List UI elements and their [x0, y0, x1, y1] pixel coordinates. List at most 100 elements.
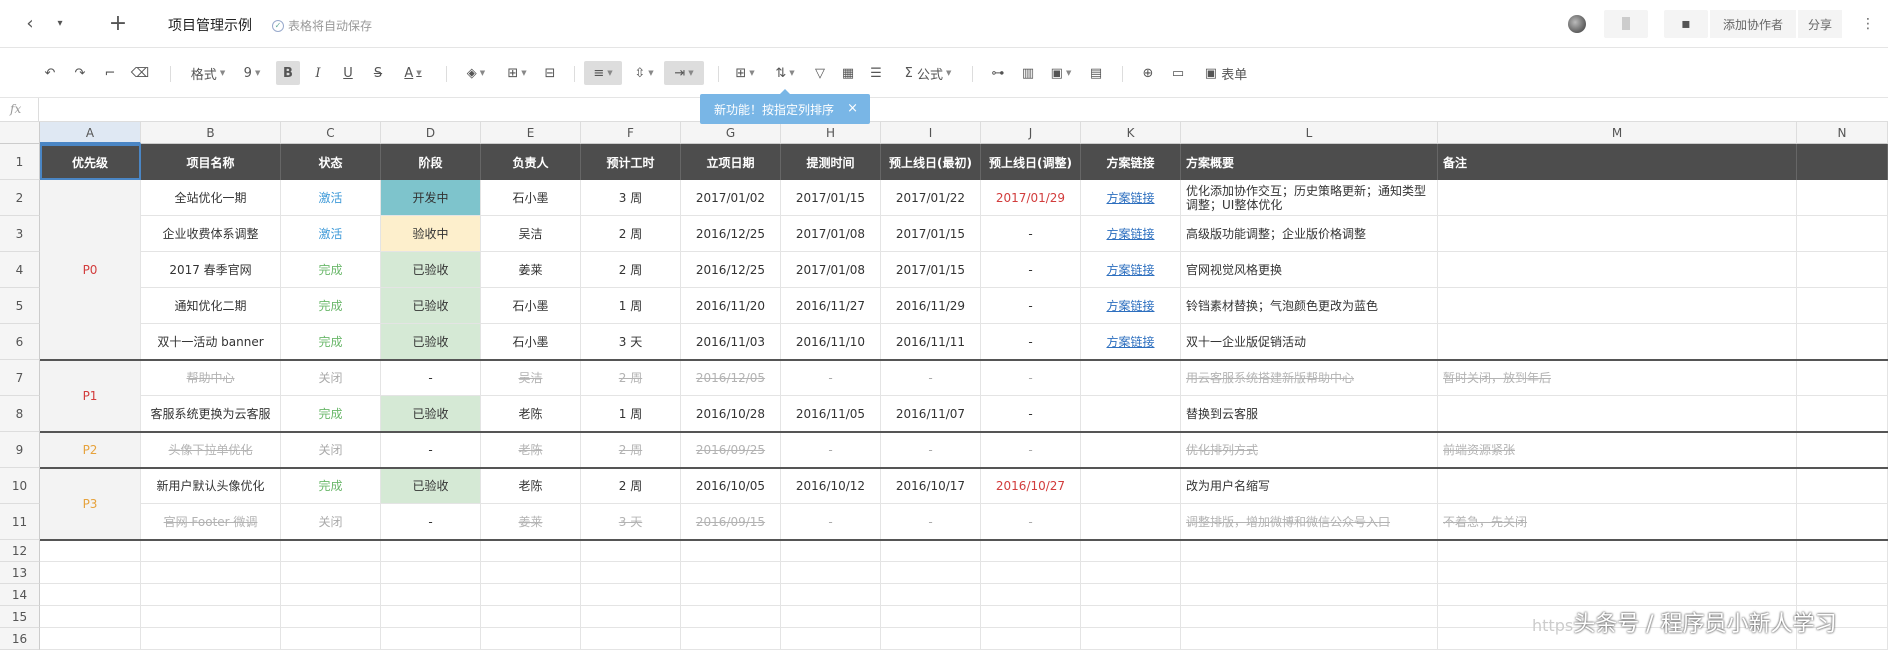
new-doc-button[interactable]: +	[104, 10, 132, 38]
cell-summary[interactable]: 替换到云客服	[1181, 396, 1438, 432]
cell-test[interactable]: 2016/11/05	[781, 396, 881, 432]
header-cell[interactable]: 预上线日(调整)	[981, 144, 1081, 180]
cell-test[interactable]: -	[781, 432, 881, 468]
empty-cell[interactable]	[1081, 540, 1181, 562]
cell-empty[interactable]	[1797, 252, 1888, 288]
cell-test[interactable]: 2016/11/27	[781, 288, 881, 324]
empty-cell[interactable]	[581, 562, 681, 584]
cell-launch[interactable]: 2017/01/15	[881, 216, 981, 252]
cell-empty[interactable]	[1797, 360, 1888, 396]
empty-cell[interactable]	[1438, 584, 1797, 606]
cell-launch[interactable]: -	[881, 432, 981, 468]
cell-name[interactable]: 帮助中心	[141, 360, 281, 396]
avatar[interactable]	[1568, 15, 1586, 33]
priority-cell-p0[interactable]: P0	[40, 180, 141, 360]
cell-status[interactable]: 完成	[281, 288, 381, 324]
column-header-f[interactable]: F	[581, 122, 681, 144]
cell-phase[interactable]: -	[381, 504, 481, 540]
plan-link[interactable]: 方案链接	[1081, 324, 1181, 360]
row-header[interactable]: 12	[0, 540, 40, 562]
cell-owner[interactable]: 老陈	[481, 468, 581, 504]
conditional-format-icon[interactable]: ☰	[866, 61, 886, 85]
cell-adjusted[interactable]: -	[981, 288, 1081, 324]
cell-status[interactable]: 完成	[281, 252, 381, 288]
cell-owner[interactable]: 石小墨	[481, 324, 581, 360]
empty-cell[interactable]	[581, 628, 681, 650]
back-dropdown-icon[interactable]: ▾	[52, 10, 68, 38]
row-header[interactable]: 8	[0, 396, 40, 432]
cell-start[interactable]: 2016/11/03	[681, 324, 781, 360]
empty-cell[interactable]	[581, 540, 681, 562]
empty-cell[interactable]	[881, 540, 981, 562]
empty-cell[interactable]	[781, 562, 881, 584]
header-cell[interactable]: 预计工时	[581, 144, 681, 180]
plan-link[interactable]	[1081, 360, 1181, 396]
column-header-n[interactable]: N	[1797, 122, 1888, 144]
link-icon[interactable]: ⊶	[988, 61, 1008, 85]
cell-phase[interactable]: 已验收	[381, 324, 481, 360]
empty-cell[interactable]	[1797, 540, 1888, 562]
empty-cell[interactable]	[481, 584, 581, 606]
cell-empty[interactable]	[1797, 216, 1888, 252]
share-button[interactable]: 分享	[1798, 10, 1842, 38]
header-cell[interactable]: 状态	[281, 144, 381, 180]
cell-hours[interactable]: 3 天	[581, 504, 681, 540]
empty-cell[interactable]	[1797, 584, 1888, 606]
row-header[interactable]: 16	[0, 628, 40, 650]
bookmark-button[interactable]	[1604, 10, 1648, 38]
cell-summary[interactable]: 改为用户名缩写	[1181, 468, 1438, 504]
cell-summary[interactable]: 官网视觉风格更换	[1181, 252, 1438, 288]
cell-start[interactable]: 2016/11/20	[681, 288, 781, 324]
cell-phase[interactable]: 已验收	[381, 468, 481, 504]
priority-cell-p2[interactable]: P2	[40, 432, 141, 468]
column-header-h[interactable]: H	[781, 122, 881, 144]
empty-cell[interactable]	[1181, 540, 1438, 562]
empty-cell[interactable]	[981, 540, 1081, 562]
empty-cell[interactable]	[1181, 628, 1438, 650]
more-menu-icon[interactable]: ⋮	[1858, 10, 1878, 38]
cell-status[interactable]: 完成	[281, 468, 381, 504]
cell-owner[interactable]: 老陈	[481, 432, 581, 468]
header-cell[interactable]: 方案概要	[1181, 144, 1438, 180]
column-header-j[interactable]: J	[981, 122, 1081, 144]
cell-summary[interactable]: 铃铛素材替换；气泡颜色更改为蓝色	[1181, 288, 1438, 324]
cell-hours[interactable]: 2 周	[581, 468, 681, 504]
plan-link[interactable]: 方案链接	[1081, 216, 1181, 252]
row-header[interactable]: 15	[0, 606, 40, 628]
empty-cell[interactable]	[1181, 606, 1438, 628]
text-wrap-icon[interactable]: ⇥ ▼	[664, 61, 704, 85]
cell-empty[interactable]	[1797, 504, 1888, 540]
row-header[interactable]: 14	[0, 584, 40, 606]
cell-test[interactable]: 2016/10/12	[781, 468, 881, 504]
cell-hours[interactable]: 1 周	[581, 288, 681, 324]
row-header[interactable]: 13	[0, 562, 40, 584]
comment-button[interactable]: ▪	[1664, 10, 1708, 38]
cell-test[interactable]: -	[781, 360, 881, 396]
cell-note[interactable]	[1438, 468, 1797, 504]
cell-hours[interactable]: 3 天	[581, 324, 681, 360]
cell-name[interactable]: 客服系统更换为云客服	[141, 396, 281, 432]
cell-owner[interactable]: 老陈	[481, 396, 581, 432]
row-header[interactable]: 6	[0, 324, 40, 360]
empty-cell[interactable]	[381, 628, 481, 650]
header-cell[interactable]: 方案链接	[1081, 144, 1181, 180]
cell-note[interactable]	[1438, 396, 1797, 432]
chart-icon[interactable]: ▥	[1018, 61, 1038, 85]
cell-launch[interactable]: -	[881, 360, 981, 396]
empty-cell[interactable]	[581, 584, 681, 606]
cell-summary[interactable]: 双十一企业版促销活动	[1181, 324, 1438, 360]
cell-note[interactable]	[1438, 324, 1797, 360]
empty-cell[interactable]	[481, 628, 581, 650]
empty-cell[interactable]	[581, 606, 681, 628]
empty-cell[interactable]	[281, 540, 381, 562]
cell-adjusted[interactable]: -	[981, 504, 1081, 540]
cell-launch[interactable]: 2016/11/29	[881, 288, 981, 324]
empty-cell[interactable]	[1797, 562, 1888, 584]
save-icon[interactable]: ▭	[1168, 61, 1188, 85]
underline-button[interactable]: U	[338, 61, 358, 85]
close-icon[interactable]: ×	[847, 101, 858, 116]
select-all-corner[interactable]	[0, 122, 40, 144]
cell-start[interactable]: 2016/12/05	[681, 360, 781, 396]
cell-summary[interactable]: 优化添加协作交互；历史策略更新；通知类型调整；UI整体优化	[1181, 180, 1438, 216]
cell-phase[interactable]: 验收中	[381, 216, 481, 252]
